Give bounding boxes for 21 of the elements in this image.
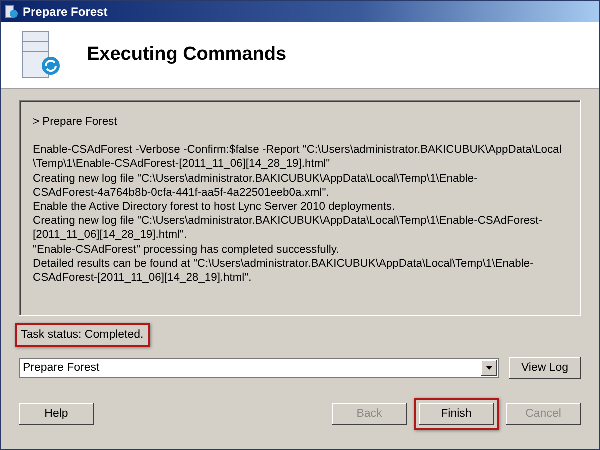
log-line: CSAdForest-4a764b8b-0cfa-441f-aa5f-4a22501eeb0a.xml". <box>33 186 330 200</box>
log-line: [2011_11_06][14_28_19].html". <box>33 228 188 243</box>
log-line: Enable the Active Directory forest to host Lync Server 2010 deployments. <box>33 200 396 214</box>
view-log-button[interactable]: View Log <box>509 357 581 379</box>
window-title: Prepare Forest <box>23 4 108 18</box>
page-heading: Executing Commands <box>87 44 287 66</box>
log-line: CSAdForest-[2011_11_06][14_28_19].html". <box>33 271 252 286</box>
task-status: Task status: Completed. <box>15 323 150 347</box>
log-line: Creating new log file "C:\Users\administrator.BAKICUBUK\AppData\Local\Temp\1\Enable- <box>33 172 478 186</box>
app-icon <box>5 4 19 18</box>
log-line: Enable-CSAdForest -Verbose -Confirm:$false -Report "C:\Users\administrator.BAKICUBUK\AppData\Local <box>33 143 562 158</box>
log-line: \Temp\1\Enable-CSAdForest-[2011_11_06][14_28_19].html" <box>33 157 330 172</box>
log-heading: > Prepare Forest <box>33 115 118 130</box>
task-dropdown[interactable]: Prepare Forest <box>19 358 499 378</box>
dialog-button[interactable]: Finish <box>419 403 494 425</box>
log-line: Detailed results can be found at "C:\Users\administrator.BAKICUBUK\AppData\Local\Temp\1\Enable- <box>33 256 534 272</box>
server-icon <box>21 30 61 80</box>
dialog-button[interactable]: Help <box>19 403 94 425</box>
log-line: "Enable-CSAdForest" processing has completed successfully. <box>33 242 340 257</box>
log-line: Creating new log file "C:\Users\administrator.BAKICUBUK\AppData\Local\Temp\1\Enable-CSAdForest- <box>33 214 542 228</box>
dropdown-arrow-icon <box>486 366 492 370</box>
